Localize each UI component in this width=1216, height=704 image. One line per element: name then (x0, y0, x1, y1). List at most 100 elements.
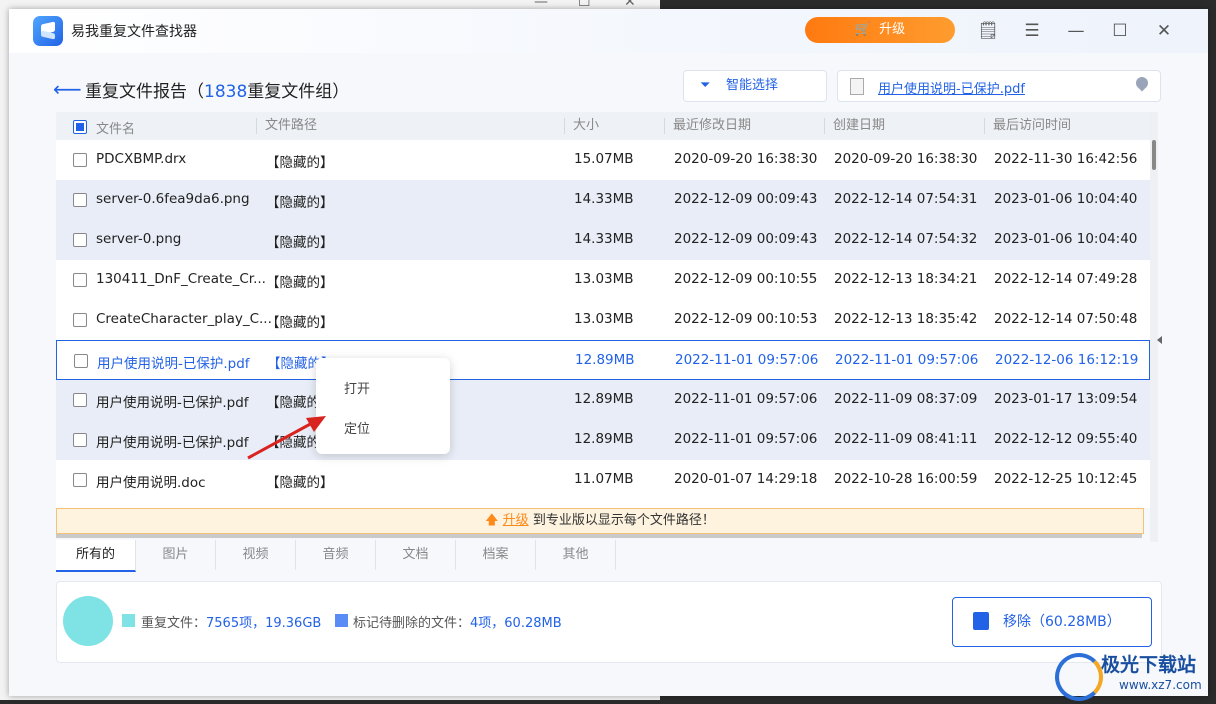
menu-item-locate[interactable]: 定位 (344, 418, 370, 437)
cell-path: 【隐藏的】 (266, 315, 334, 331)
cell-accessed: 2023-01-06 10:04:40 (994, 191, 1138, 207)
table-row[interactable]: PDCXBMP.drx 【隐藏的】 15.07MB 2020-09-20 16:… (56, 140, 1150, 180)
back-arrow-icon[interactable]: ⟵ (53, 77, 82, 101)
minimize-icon[interactable]: — (1064, 19, 1088, 43)
col-created[interactable]: 创建日期 (824, 118, 885, 134)
title-bar: 易我重复文件查找器 🛒 升级 🗒 ☰ — ☐ ✕ (9, 9, 1208, 53)
scrollbar-thumb[interactable] (1152, 140, 1156, 170)
upgrade-button[interactable]: 🛒 升级 (805, 17, 955, 43)
close-icon[interactable]: ✕ (1152, 19, 1176, 43)
annotation-arrow (247, 416, 326, 460)
cell-name: CreateCharacter_play_C... (96, 311, 272, 327)
menu-icon[interactable]: ☰ (1020, 19, 1044, 43)
legend-duplicates-swatch (122, 614, 135, 627)
cell-path: 【隐藏的】 (266, 155, 334, 171)
cell-modified: 2022-11-01 09:57:06 (675, 352, 819, 368)
cell-accessed: 2022-12-06 16:12:19 (995, 352, 1139, 368)
col-size[interactable]: 大小 (564, 118, 599, 134)
table-row-selected[interactable]: 用户使用说明-已保护.pdf 【隐藏的】 12.89MB 2022-11-01 … (56, 340, 1150, 380)
cell-modified: 2022-11-01 09:57:06 (674, 391, 818, 407)
watermark-url: www.xz7.com (1119, 678, 1202, 692)
cell-accessed: 2023-01-17 13:09:54 (994, 391, 1138, 407)
title-prefix: 重复文件报告（ (85, 82, 204, 102)
cell-created: 2022-11-09 08:41:11 (834, 431, 978, 447)
feedback-icon[interactable]: 🗒 (976, 19, 1000, 43)
table-row[interactable]: 用户使用说明-已保护.pdf 【隐藏的】 12.89MB 2022-11-01 … (56, 420, 1150, 460)
tab-all[interactable]: 所有的 (56, 540, 136, 572)
legend-marked-swatch (335, 614, 348, 627)
remove-button[interactable]: 移除（60.28MB） (952, 597, 1152, 647)
marked-value: 4项，60.28MB (470, 616, 562, 631)
marked-stat: 标记待删除的文件：4项，60.28MB (353, 612, 562, 631)
row-checkbox[interactable] (73, 393, 87, 407)
cell-size: 12.89MB (574, 431, 634, 447)
duplicates-value: 7565项，19.36GB (206, 616, 322, 631)
cell-accessed: 2023-01-06 10:04:40 (994, 231, 1138, 247)
cell-name: 用户使用说明-已保护.pdf (96, 395, 249, 411)
summary-panel: 重复文件：7565项，19.36GB 标记待删除的文件：4项，60.28MB 移… (56, 581, 1162, 663)
location-pin-icon[interactable] (1133, 74, 1151, 92)
row-checkbox[interactable] (74, 354, 88, 368)
selected-file-link[interactable]: 用户使用说明-已保护.pdf (878, 78, 1025, 97)
row-checkbox[interactable] (73, 433, 87, 447)
cell-created: 2022-12-14 07:54:31 (834, 191, 978, 207)
cell-name: 用户使用说明-已保护.pdf (96, 435, 249, 451)
horizontal-scrollbar[interactable] (56, 534, 1142, 538)
duplicates-label: 重复文件： (141, 616, 207, 631)
cell-created: 2022-11-01 09:57:06 (835, 352, 979, 368)
cell-modified: 2022-12-09 00:09:43 (674, 191, 818, 207)
tab-audio[interactable]: 音频 (296, 540, 376, 570)
cell-path: 【隐藏的】 (266, 235, 334, 251)
table-header: 文件名 文件路径 大小 最近修改日期 创建日期 最后访问时间 (56, 112, 1150, 140)
cell-name: 用户使用说明.doc (96, 475, 206, 491)
tab-other[interactable]: 其他 (536, 540, 616, 570)
select-all-checkbox[interactable] (73, 120, 87, 134)
table-row[interactable]: server-0.png 【隐藏的】 14.33MB 2022-12-09 00… (56, 220, 1150, 260)
tab-images[interactable]: 图片 (136, 540, 216, 570)
marked-label: 标记待删除的文件： (353, 616, 471, 631)
tab-documents[interactable]: 文档 (376, 540, 456, 570)
col-modified[interactable]: 最近修改日期 (664, 118, 751, 134)
col-path[interactable]: 文件路径 (256, 118, 317, 134)
row-checkbox[interactable] (73, 313, 87, 327)
cell-modified: 2022-12-09 00:09:43 (674, 231, 818, 247)
tab-archives[interactable]: 档案 (456, 540, 536, 570)
cell-accessed: 2022-12-14 07:49:28 (994, 271, 1138, 287)
table-row[interactable]: 130411_DnF_Create_Cr... 【隐藏的】 13.03MB 20… (56, 260, 1150, 300)
table-row[interactable]: 用户使用说明-已保护.pdf 【隐藏的】 12.89MB 2022-11-01 … (56, 380, 1150, 420)
remove-label: 移除（60.28MB） (1003, 614, 1121, 630)
menu-item-open[interactable]: 打开 (344, 378, 370, 397)
document-icon (850, 78, 864, 95)
col-name[interactable]: 文件名 (96, 118, 135, 137)
row-checkbox[interactable] (73, 193, 87, 207)
cell-size: 12.89MB (574, 391, 634, 407)
col-accessed[interactable]: 最后访问时间 (984, 118, 1071, 134)
row-checkbox[interactable] (73, 153, 87, 167)
table-row[interactable]: CreateCharacter_play_C... 【隐藏的】 13.03MB … (56, 300, 1150, 340)
row-checkbox[interactable] (73, 273, 87, 287)
cell-size: 15.07MB (574, 151, 634, 167)
row-checkbox[interactable] (73, 473, 87, 487)
watermark: 极光下载站 www.xz7.com (1055, 648, 1210, 701)
cell-path: 【隐藏的】 (266, 275, 334, 291)
cell-name: 用户使用说明-已保护.pdf (97, 356, 250, 372)
cell-name: server-0.6fea9da6.png (96, 191, 250, 207)
smart-select-label: 智能选择 (726, 78, 779, 93)
selected-file-box: 用户使用说明-已保护.pdf (837, 70, 1161, 102)
tab-videos[interactable]: 视频 (216, 540, 296, 570)
duplicates-stat: 重复文件：7565项，19.36GB (141, 612, 321, 631)
upgrade-link[interactable]: 升级 (503, 513, 529, 528)
smart-select-button[interactable]: ⏷ 智能选择 (683, 70, 827, 102)
cell-accessed: 2022-11-30 16:42:56 (994, 151, 1138, 167)
cell-created: 2022-12-14 07:54:32 (834, 231, 978, 247)
table-row[interactable]: server-0.6fea9da6.png 【隐藏的】 14.33MB 2022… (56, 180, 1150, 220)
cell-size: 11.07MB (574, 471, 634, 487)
row-checkbox[interactable] (73, 233, 87, 247)
collapse-arrow-icon[interactable] (1157, 336, 1162, 344)
cart-icon: 🛒 (854, 22, 872, 37)
vertical-scrollbar[interactable] (1150, 112, 1158, 542)
table-row[interactable]: 用户使用说明.doc 【隐藏的】 11.07MB 2020-01-07 14:2… (56, 460, 1150, 500)
recycle-bin-icon (973, 612, 989, 630)
maximize-icon[interactable]: ☐ (1108, 19, 1132, 43)
cell-modified: 2022-12-09 00:10:55 (674, 271, 818, 287)
